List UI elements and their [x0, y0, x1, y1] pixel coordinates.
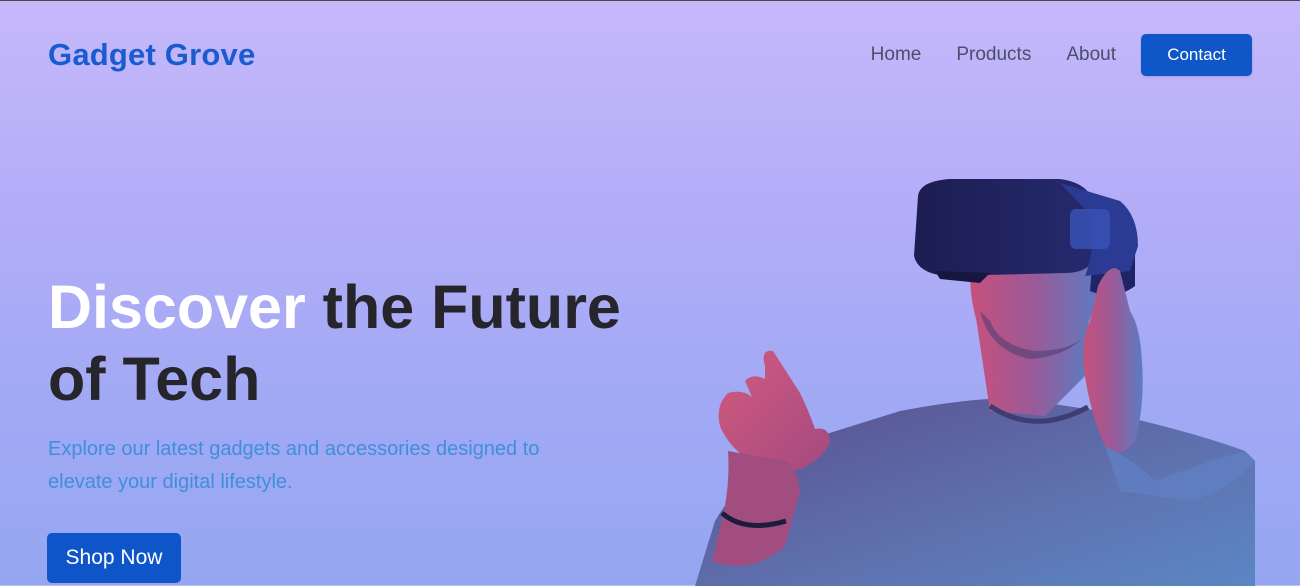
vr-man-image	[695, 179, 1255, 586]
nav-link-home[interactable]: Home	[871, 44, 922, 66]
nav-link-about[interactable]: About	[1066, 44, 1116, 66]
nav-link-products[interactable]: Products	[956, 44, 1031, 66]
contact-button[interactable]: Contact	[1141, 34, 1252, 76]
brand-logo[interactable]: Gadget Grove	[48, 37, 255, 73]
navbar: Gadget Grove Home Products About Contact	[0, 1, 1300, 111]
nav-links: Home Products About Contact	[871, 34, 1252, 76]
shop-now-button[interactable]: Shop Now	[47, 533, 181, 583]
hero-title: Discover the Future of Tech	[48, 271, 668, 415]
hero-title-highlight: Discover	[48, 273, 306, 341]
hero-subtitle: Explore our latest gadgets and accessori…	[48, 438, 540, 493]
